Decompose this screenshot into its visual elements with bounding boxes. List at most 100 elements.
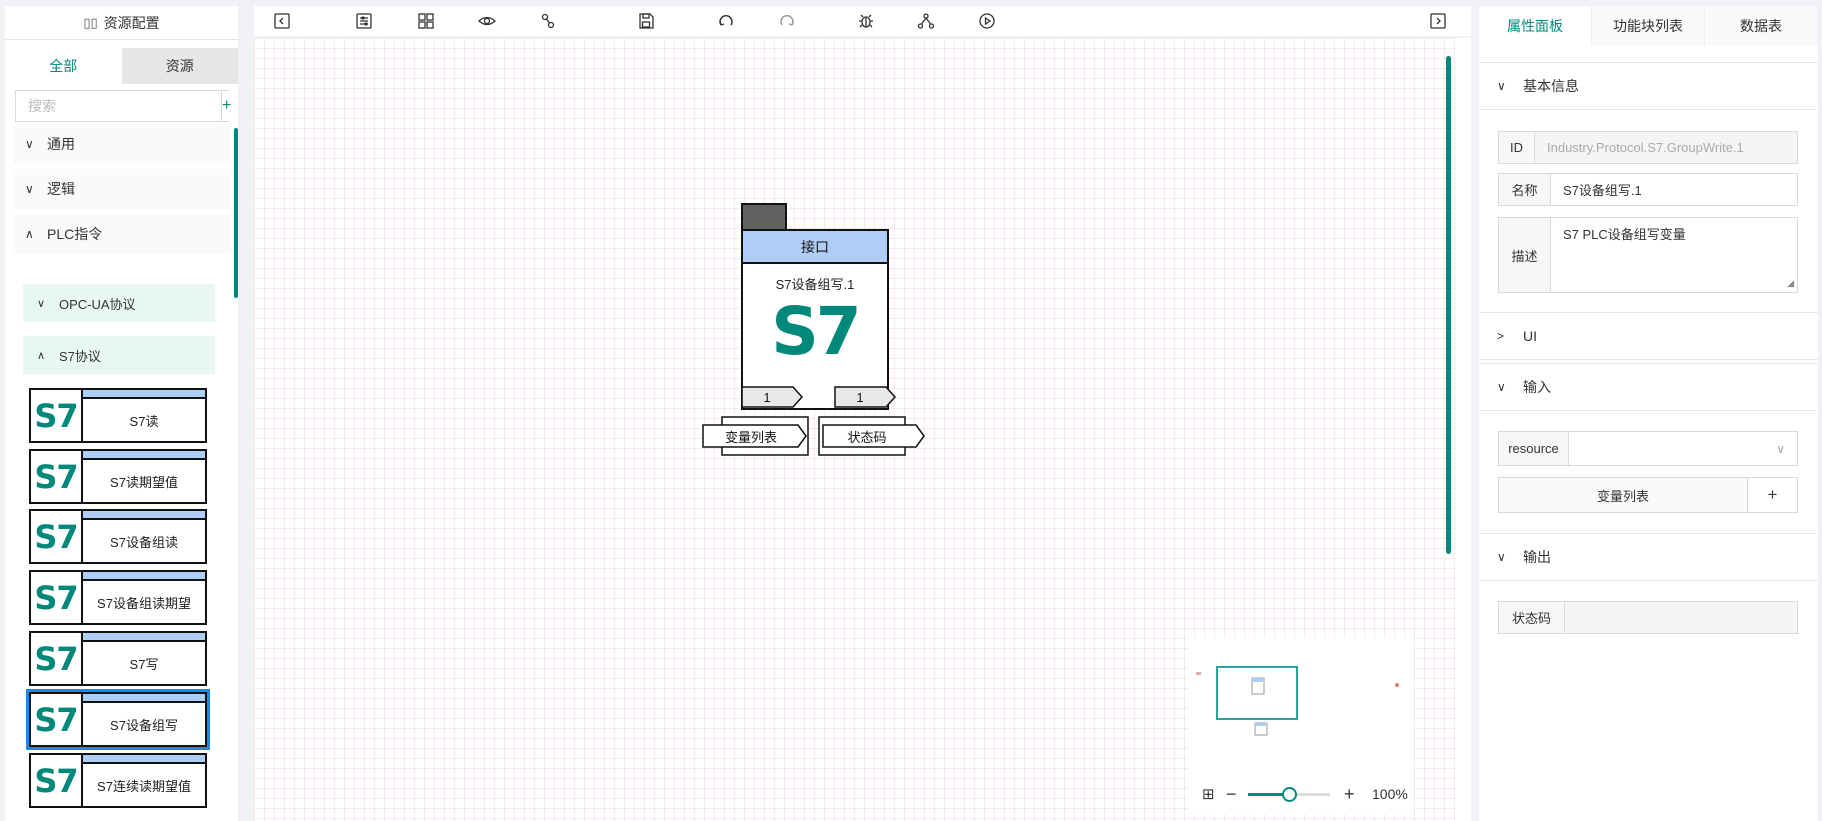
description-field[interactable]: 描述 ◢ [1498, 217, 1798, 293]
tree-network-icon[interactable] [915, 10, 937, 32]
block-s7-group-write[interactable]: S7 S7设备组写 [26, 689, 210, 750]
collapse-right-icon[interactable] [1427, 10, 1449, 32]
tab-all[interactable]: 全部 [5, 48, 122, 84]
section-basic-info[interactable]: ∨ 基本信息 [1479, 62, 1818, 110]
node-s7-logo: S7 [771, 293, 861, 370]
tab-resources[interactable]: 资源 [121, 48, 238, 84]
save-icon[interactable] [635, 10, 657, 32]
collapse-left-icon[interactable] [271, 10, 293, 32]
zoom-slider-track[interactable] [1248, 787, 1330, 802]
node-header: 接口 [743, 231, 887, 264]
section-output[interactable]: ∨ 输出 [1479, 533, 1818, 581]
redo-icon[interactable] [776, 10, 798, 32]
canvas-scrollbar[interactable] [1446, 56, 1451, 554]
run-play-icon[interactable] [976, 10, 998, 32]
property-tabs: 属性面板 功能块列表 数据表 [1479, 6, 1818, 46]
subcategory-label: OPC-UA协议 [59, 296, 136, 312]
layout-grid-icon[interactable] [415, 10, 437, 32]
block-s7-read[interactable]: S7 S7读 [29, 388, 207, 443]
block-s7-read-expected[interactable]: S7 S7读期望值 [29, 449, 207, 504]
id-value: Industry.Protocol.S7.GroupWrite.1 [1535, 132, 1797, 163]
subcategory-label: S7协议 [59, 348, 101, 364]
name-field[interactable]: 名称 S7设备组写.1 [1498, 173, 1798, 206]
editor-toolbar [254, 6, 1471, 36]
add-resource-button[interactable]: + [221, 91, 232, 121]
section-input-label: 输入 [1523, 379, 1551, 395]
category-logic[interactable]: ∨ 逻辑 [13, 169, 231, 209]
chevron-up-icon: ∧ [25, 227, 34, 241]
status-code-label: 状态码 [1499, 602, 1565, 633]
section-input[interactable]: ∨ 输入 [1479, 363, 1818, 411]
block-s7-group-read[interactable]: S7 S7设备组读 [29, 509, 207, 564]
variable-list-button[interactable]: 变量列表 [1498, 477, 1748, 513]
node-output-port[interactable]: 1 [834, 386, 896, 408]
settings-sliders-icon[interactable] [353, 10, 375, 32]
s7-logo: S7 [31, 511, 83, 562]
status-code-value [1565, 602, 1797, 633]
description-textarea[interactable] [1551, 218, 1797, 292]
debug-bug-icon[interactable] [855, 10, 877, 32]
chevron-down-icon: ∨ [1497, 380, 1506, 394]
subcategory-opcua[interactable]: ∨ OPC-UA协议 [23, 284, 215, 322]
category-label: 通用 [47, 136, 75, 152]
resource-scrollbar[interactable] [234, 128, 238, 298]
minimap-viewport[interactable] [1216, 666, 1298, 720]
chevron-down-icon: ∨ [37, 297, 46, 310]
status-code-field: 状态码 [1498, 601, 1798, 634]
category-general[interactable]: ∨ 通用 [13, 124, 231, 164]
zoom-out-icon[interactable]: − [1226, 785, 1237, 803]
s7-group-write-node[interactable]: 接口 S7设备组写.1 S7 [741, 229, 889, 410]
s7-logo: S7 [31, 694, 83, 745]
chevron-down-icon: ∨ [1497, 79, 1506, 93]
resource-select-value[interactable]: ∨ [1569, 432, 1797, 465]
search-input[interactable] [16, 91, 221, 121]
chevron-up-icon: ∧ [37, 349, 46, 362]
input-variable-list-pin[interactable]: 变量列表 [702, 416, 812, 456]
s7-logo: S7 [31, 633, 83, 684]
block-label: S7读 [129, 413, 159, 429]
section-ui[interactable]: > UI [1479, 312, 1818, 360]
tab-data-table[interactable]: 数据表 [1705, 6, 1818, 46]
resource-select[interactable]: resource ∨ [1498, 431, 1798, 466]
resize-handle-icon[interactable]: ◢ [1787, 278, 1794, 289]
chevron-down-icon: ∨ [1776, 441, 1785, 456]
preview-eye-icon[interactable] [476, 10, 498, 32]
zoom-slider-thumb[interactable] [1281, 787, 1297, 802]
fit-view-icon[interactable]: ⊞ [1202, 785, 1215, 803]
chevron-down-icon: ∨ [25, 182, 34, 196]
node-drag-handle[interactable] [741, 203, 787, 229]
section-ui-label: UI [1523, 328, 1537, 344]
zoom-in-icon[interactable]: + [1344, 785, 1355, 803]
block-label: S7读期望值 [110, 474, 178, 490]
link-nodes-icon[interactable] [537, 10, 559, 32]
output-status-code-label: 状态码 [847, 429, 887, 445]
minimap-node-icon [1254, 722, 1268, 736]
search-row: + [15, 90, 232, 122]
name-input[interactable]: S7设备组写.1 [1551, 174, 1797, 205]
property-panel: 属性面板 功能块列表 数据表 ∨ 基本信息 ID Industry.Protoc… [1479, 6, 1818, 821]
block-s7-group-read-expected[interactable]: S7 S7设备组读期望 [29, 570, 207, 625]
resource-config-icon: ▯▯ [83, 14, 98, 30]
add-variable-button[interactable]: + [1748, 477, 1798, 513]
block-label: S7设备组写 [110, 717, 178, 733]
output-port-label: 1 [856, 389, 864, 405]
variable-list-row: 变量列表 + [1498, 477, 1798, 513]
s7-logo: S7 [31, 451, 83, 502]
node-name: S7设备组写.1 [775, 277, 855, 292]
tab-function-blocks[interactable]: 功能块列表 [1592, 6, 1705, 46]
block-label: S7设备组读 [110, 534, 178, 550]
node-input-port[interactable]: 1 [741, 386, 803, 408]
zoom-controls: ⊞ − + 100% [1188, 779, 1414, 809]
input-port-label: 1 [763, 389, 771, 405]
subcategory-s7[interactable]: ∧ S7协议 [23, 336, 215, 374]
category-plc[interactable]: ∧ PLC指令 [13, 214, 231, 254]
block-s7-continuous-read-expected[interactable]: S7 S7连续读期望值 [29, 753, 207, 808]
undo-icon[interactable] [715, 10, 737, 32]
output-status-code-pin[interactable]: 状态码 [818, 416, 928, 456]
block-s7-write[interactable]: S7 S7写 [29, 631, 207, 686]
tab-properties[interactable]: 属性面板 [1479, 6, 1592, 46]
zoom-percentage: 100% [1372, 786, 1408, 802]
category-label: 逻辑 [47, 181, 75, 197]
section-basic-info-label: 基本信息 [1523, 78, 1579, 94]
id-label: ID [1499, 132, 1535, 163]
